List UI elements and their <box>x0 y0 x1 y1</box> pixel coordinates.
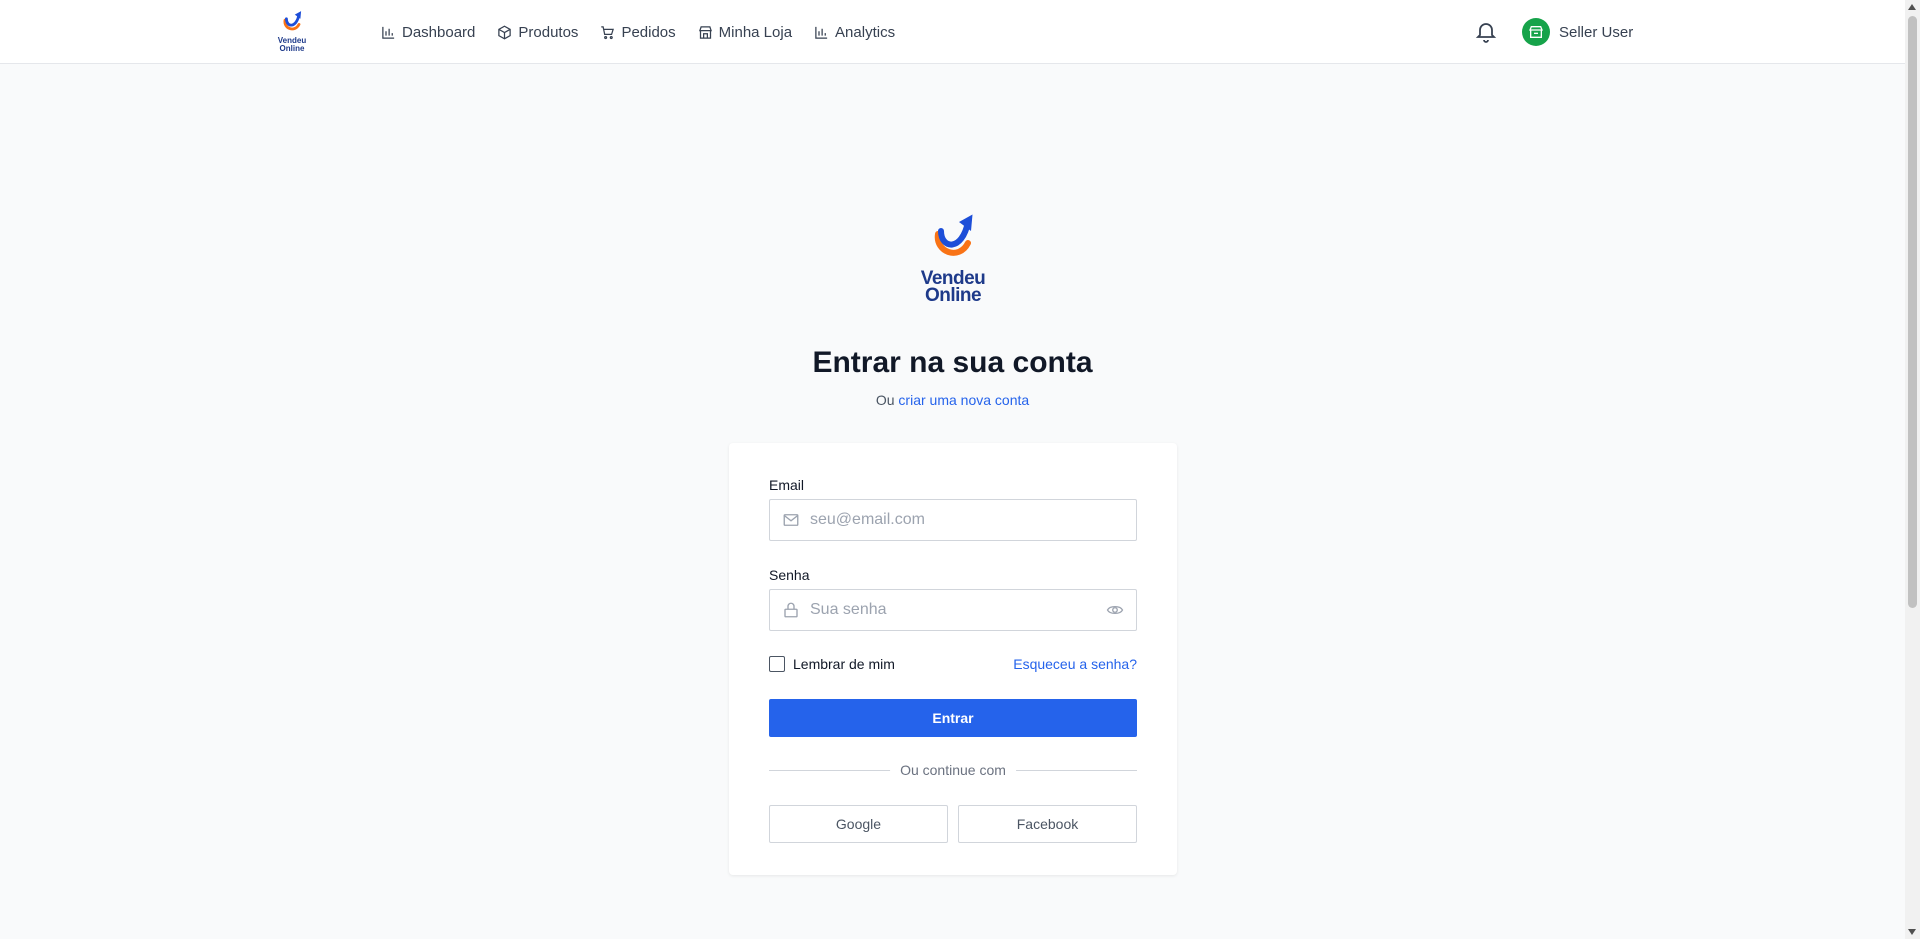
login-card: Email Senha Lembrar de mim Esqueceu a se… <box>729 443 1177 875</box>
avatar <box>1522 18 1550 46</box>
main-nav: Dashboard Produtos Pedidos Minha Loja An… <box>381 0 895 64</box>
nav-pedidos-label: Pedidos <box>621 23 676 41</box>
logo-wordmark-line2: Online <box>924 285 982 306</box>
nav-produtos-label: Produtos <box>518 23 579 41</box>
nav-analytics[interactable]: Analytics <box>814 24 895 41</box>
user-name: Seller User <box>1559 23 1634 41</box>
nav-dashboard[interactable]: Dashboard <box>381 24 475 41</box>
divider: Ou continue com <box>769 762 1137 778</box>
cart-icon <box>601 25 615 39</box>
logo-arrow-icon <box>934 214 973 256</box>
package-icon <box>498 25 512 39</box>
bar-chart-icon <box>815 26 828 39</box>
brand-logo[interactable]: Vendeu Online <box>274 9 310 53</box>
mail-icon <box>782 511 800 529</box>
email-input[interactable] <box>810 500 1100 540</box>
scrollbar-thumb[interactable] <box>1908 16 1917 608</box>
page-title: Entrar na sua conta <box>812 346 1093 379</box>
password-input[interactable] <box>810 590 1100 630</box>
notifications-button[interactable] <box>1474 19 1498 43</box>
page-subtitle: Ou criar uma nova conta <box>0 392 1905 408</box>
divider-text: Ou continue com <box>890 762 1016 778</box>
nav-analytics-label: Analytics <box>835 23 896 41</box>
create-account-link[interactable]: criar uma nova conta <box>898 392 1029 408</box>
bar-chart-icon <box>382 26 395 39</box>
scroll-down-icon[interactable] <box>1908 929 1916 935</box>
eye-icon[interactable] <box>1106 601 1124 619</box>
store-icon <box>1529 26 1543 38</box>
forgot-password-link[interactable]: Esqueceu a senha? <box>1013 656 1137 672</box>
nav-pedidos[interactable]: Pedidos <box>600 23 676 41</box>
login-logo: Vendeu Online <box>917 210 989 306</box>
bell-icon <box>1475 23 1497 43</box>
nav-produtos[interactable]: Produtos <box>497 24 578 41</box>
nav-minha-loja[interactable]: Minha Loja <box>698 24 792 41</box>
logo-arrow-icon <box>283 11 302 31</box>
top-navbar: Vendeu Online Dashboard Produtos Pedidos… <box>0 0 1905 64</box>
password-label: Senha <box>769 567 810 583</box>
lock-icon <box>782 601 800 619</box>
email-field[interactable] <box>769 499 1137 541</box>
email-label: Email <box>769 477 805 493</box>
remember-label: Lembrar de mim <box>793 656 895 672</box>
page-scrollbar[interactable] <box>1905 0 1920 939</box>
facebook-login-button[interactable]: Facebook <box>958 805 1137 843</box>
google-login-button[interactable]: Google <box>769 805 948 843</box>
password-field[interactable] <box>769 589 1137 631</box>
scroll-up-icon[interactable] <box>1908 4 1916 10</box>
remember-me[interactable]: Lembrar de mim <box>769 656 895 672</box>
store-icon <box>698 25 712 39</box>
user-menu[interactable]: Seller User <box>1522 18 1633 46</box>
nav-dashboard-label: Dashboard <box>402 23 476 41</box>
nav-minha-loja-label: Minha Loja <box>718 23 793 41</box>
subtitle-prefix: Ou <box>875 392 895 408</box>
login-button[interactable]: Entrar <box>769 699 1137 737</box>
brand-wordmark-line2: Online <box>279 44 305 53</box>
remember-checkbox[interactable] <box>769 656 785 672</box>
